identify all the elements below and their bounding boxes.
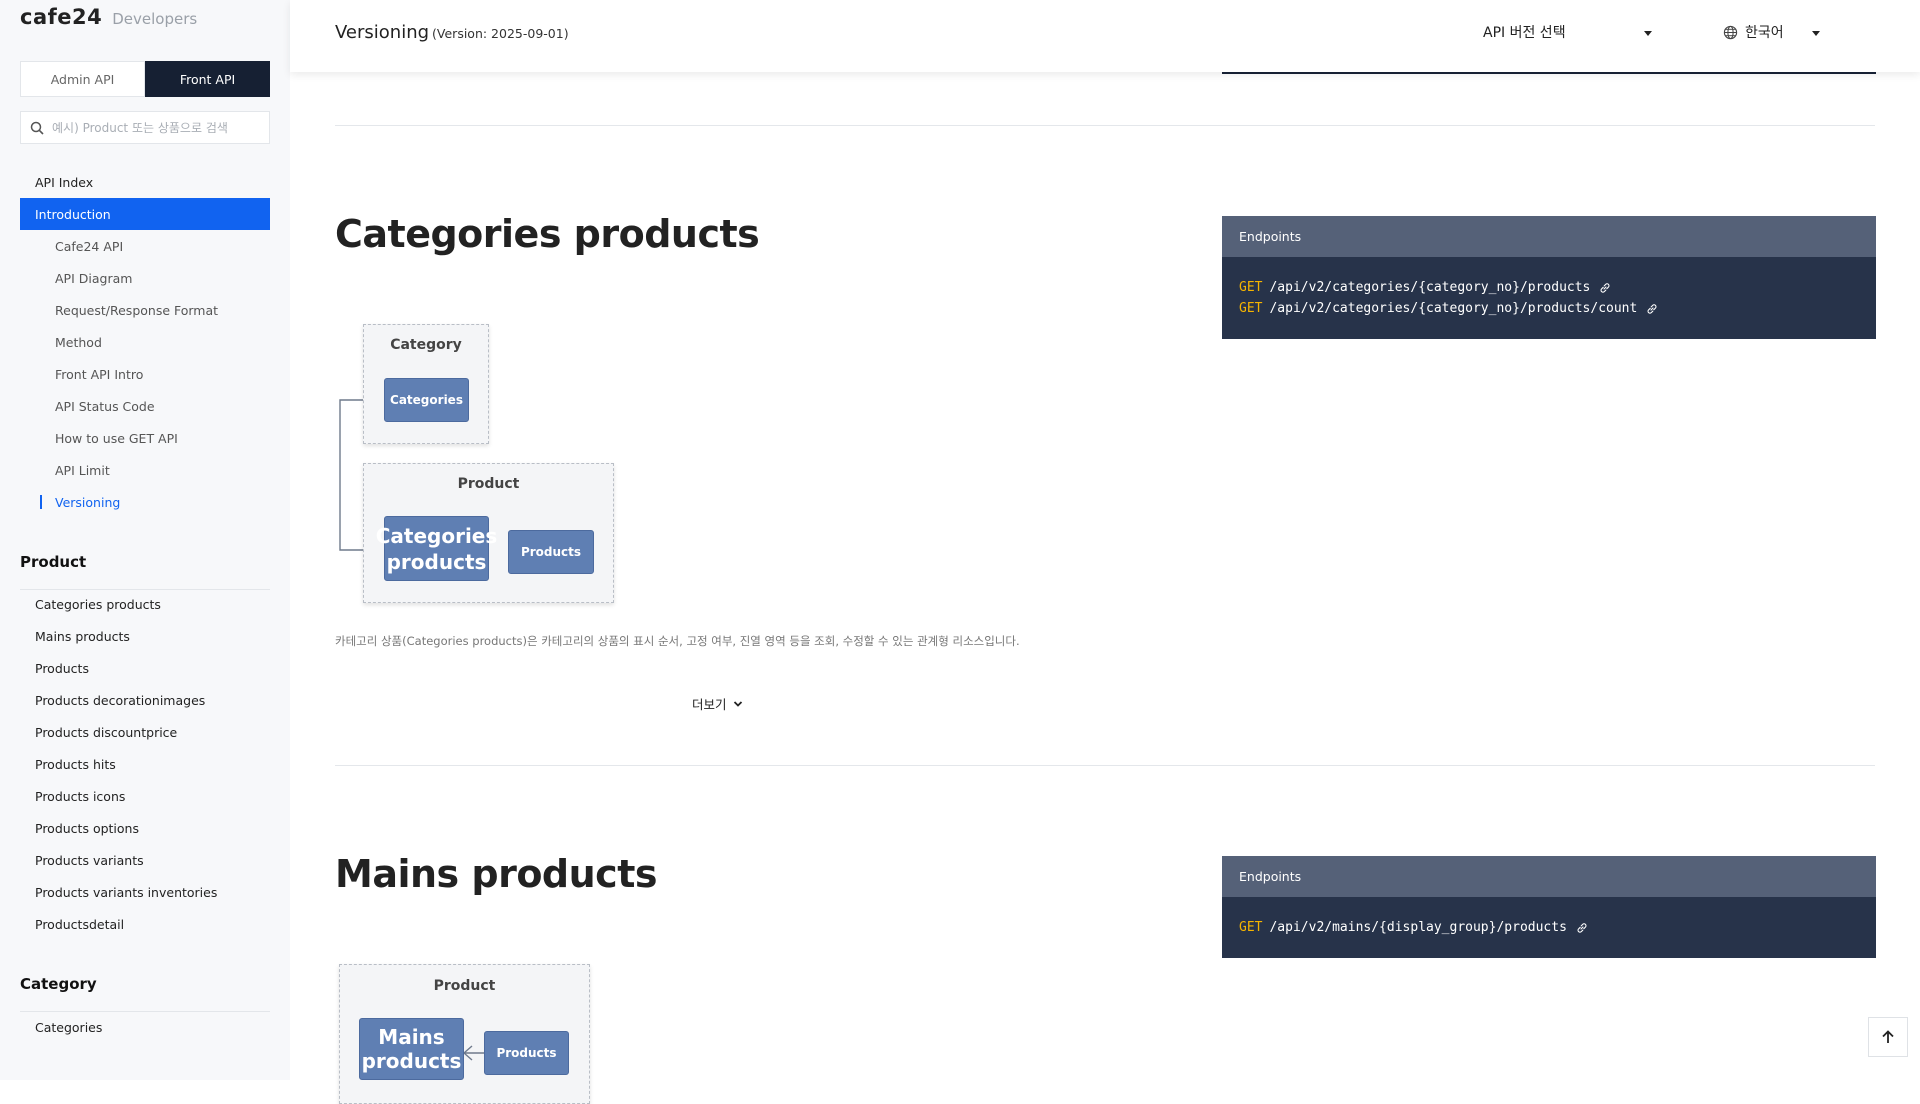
link-icon[interactable] [1599, 282, 1611, 294]
api-version-select-label: API 버전 선택 [1483, 25, 1566, 41]
arrow-up-icon [1882, 1030, 1894, 1043]
http-method: GET [1239, 920, 1263, 935]
endpoint-path: /api/v2/categories/{category_no}/product… [1269, 301, 1638, 316]
endpoints-header: Endpoints [1222, 216, 1876, 257]
header-underline [1222, 72, 1876, 74]
api-version-select[interactable]: API 버전 선택 [1483, 22, 1652, 42]
version-label: (Version: 2025-09-01) [432, 26, 569, 41]
diagram-node-mains-products[interactable]: Mains products [359, 1018, 464, 1080]
caret-down-icon [1643, 31, 1652, 36]
language-select[interactable]: 한국어 [1723, 22, 1820, 42]
endpoint-path: /api/v2/mains/{display_group}/products [1269, 920, 1567, 935]
page-title: Versioning (Version: 2025-09-01) [335, 22, 569, 43]
link-icon[interactable] [1646, 303, 1658, 315]
endpoints-body: GET /api/v2/categories/{category_no}/pro… [1222, 257, 1876, 339]
more-label: 더보기 [692, 697, 727, 712]
scroll-to-top-button[interactable] [1868, 1017, 1908, 1057]
endpoints-panel: Endpoints GET /api/v2/categories/{catego… [1222, 216, 1876, 339]
endpoint-row[interactable]: GET /api/v2/categories/{category_no}/pro… [1239, 277, 1859, 298]
caret-down-icon [1811, 31, 1820, 36]
http-method: GET [1239, 280, 1263, 295]
endpoint-row[interactable]: GET /api/v2/categories/{category_no}/pro… [1239, 298, 1859, 319]
globe-icon [1723, 25, 1738, 39]
endpoints-header: Endpoints [1222, 856, 1876, 897]
more-button[interactable]: 더보기 [692, 694, 743, 713]
endpoint-row[interactable]: GET /api/v2/mains/{display_group}/produc… [1239, 917, 1859, 938]
http-method: GET [1239, 301, 1263, 316]
page-title-text: Versioning [335, 22, 430, 43]
chevron-down-icon [733, 700, 742, 707]
link-icon[interactable] [1576, 922, 1588, 934]
top-header: Versioning (Version: 2025-09-01) API 버전 선… [290, 0, 1920, 74]
diagram-node-products[interactable]: Products [484, 1031, 569, 1075]
diagram-connectors [463, 1045, 484, 1061]
endpoint-path: /api/v2/categories/{category_no}/product… [1269, 280, 1591, 295]
language-label: 한국어 [1745, 25, 1784, 41]
endpoints-panel: Endpoints GET /api/v2/mains/{display_gro… [1222, 856, 1876, 958]
endpoints-body: GET /api/v2/mains/{display_group}/produc… [1222, 897, 1876, 958]
